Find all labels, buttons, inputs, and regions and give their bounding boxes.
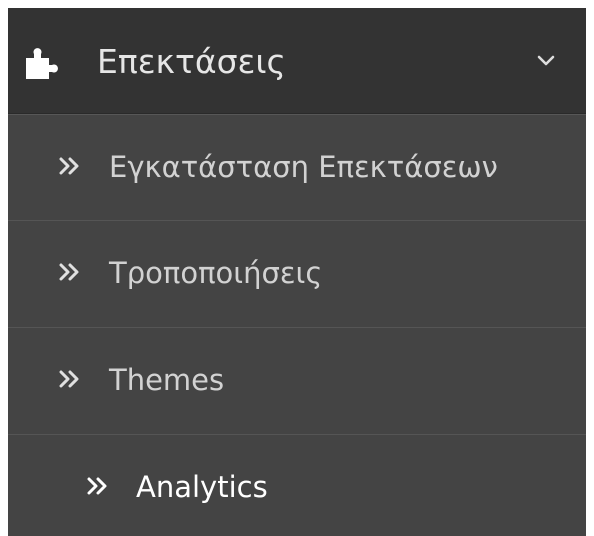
menu-item-analytics[interactable]: Analytics — [8, 435, 586, 536]
double-chevron-right-icon — [59, 157, 79, 175]
menu-header-label: Επεκτάσεις — [97, 42, 286, 81]
menu-item-install-extensions[interactable]: Εγκατάσταση Επεκτάσεων — [8, 114, 586, 221]
sidebar-menu: Επεκτάσεις Εγκατάσταση Επεκτάσεων Τροποπ… — [8, 8, 586, 536]
double-chevron-right-icon — [59, 263, 79, 281]
double-chevron-right-icon — [87, 477, 107, 495]
double-chevron-right-icon — [59, 370, 79, 388]
menu-item-label: Analytics — [136, 470, 268, 504]
menu-item-label: Εγκατάσταση Επεκτάσεων — [109, 150, 498, 184]
chevron-down-icon[interactable] — [536, 54, 556, 68]
menu-item-themes[interactable]: Themes — [8, 328, 586, 435]
puzzle-icon — [26, 48, 58, 79]
menu-item-label: Τροποποιήσεις — [109, 256, 323, 290]
menu-item-modifications[interactable]: Τροποποιήσεις — [8, 221, 586, 328]
menu-header-extensions[interactable]: Επεκτάσεις — [8, 8, 586, 114]
menu-item-label: Themes — [109, 363, 225, 397]
